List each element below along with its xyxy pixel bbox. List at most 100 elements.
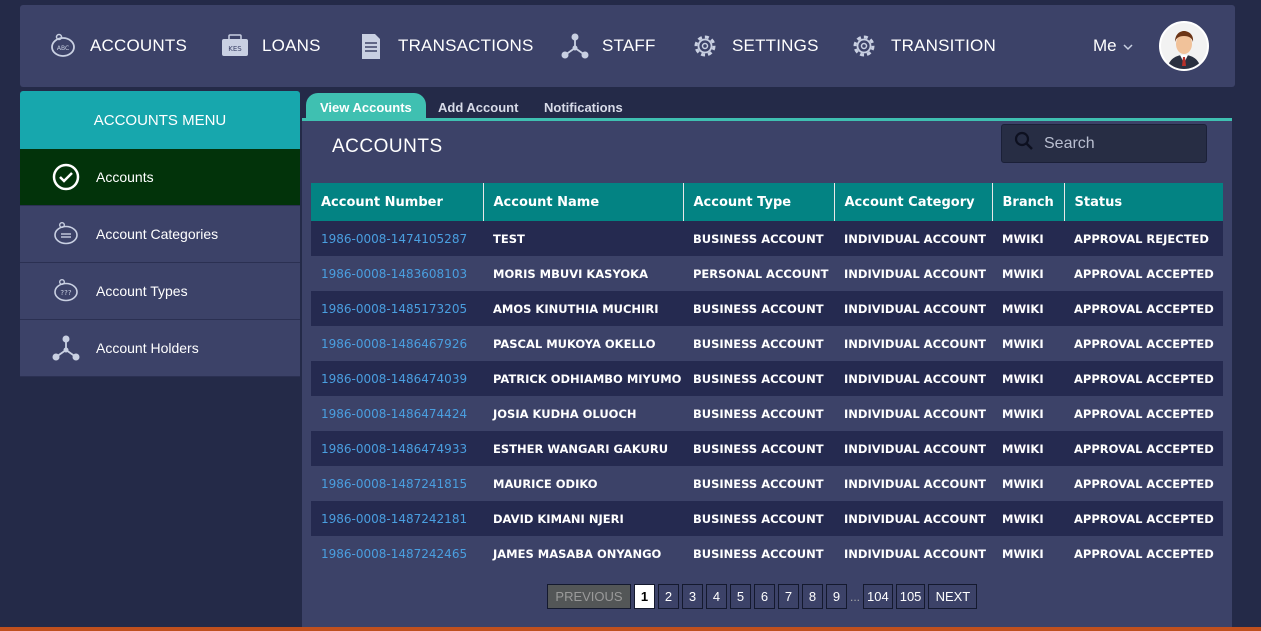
- table-cell: DAVID KIMANI NJERI: [483, 501, 683, 536]
- table-row[interactable]: 1986-0008-1487242465 JAMES MASABA ONYANGO…: [311, 536, 1223, 571]
- table-row[interactable]: 1986-0008-1485173205 AMOS KINUTHIA MUCHIR…: [311, 291, 1223, 326]
- table-cell: TEST: [483, 221, 683, 256]
- search-input[interactable]: [1044, 134, 1194, 153]
- account-number-link[interactable]: 1986-0008-1483608103: [311, 256, 483, 291]
- tab-add-account[interactable]: Add Account: [424, 93, 532, 121]
- table-cell: ESTHER WANGARI GAKURU: [483, 431, 683, 466]
- gear-icon: [690, 31, 720, 61]
- page-button[interactable]: 5: [730, 584, 751, 609]
- table-cell: MWIKI: [992, 361, 1064, 396]
- table-row[interactable]: 1986-0008-1483608103 MORIS MBUVI KASYOKA P…: [311, 256, 1223, 291]
- previous-page-button[interactable]: PREVIOUS: [547, 584, 631, 609]
- table-cell: BUSINESS ACCOUNT: [683, 291, 834, 326]
- sidebar-item-account-categories[interactable]: Account Categories: [20, 206, 300, 263]
- user-menu-toggle[interactable]: Me: [1093, 5, 1133, 87]
- page-button[interactable]: 104: [863, 584, 893, 609]
- table-row[interactable]: 1986-0008-1487241815 MAURICE ODIKO BUSINES…: [311, 466, 1223, 501]
- account-number-link[interactable]: 1986-0008-1486474039: [311, 361, 483, 396]
- nav-label: STAFF: [602, 36, 656, 55]
- column-header[interactable]: Status: [1064, 183, 1223, 221]
- table-cell: INDIVIDUAL ACCOUNT: [834, 536, 992, 571]
- table-cell: INDIVIDUAL ACCOUNT: [834, 431, 992, 466]
- account-number-link[interactable]: 1986-0008-1487241815: [311, 466, 483, 501]
- nav-label: LOANS: [262, 36, 321, 55]
- table-cell: INDIVIDUAL ACCOUNT: [834, 291, 992, 326]
- nav-item-staff[interactable]: STAFF: [560, 5, 656, 87]
- table-cell: INDIVIDUAL ACCOUNT: [834, 221, 992, 256]
- page-button[interactable]: 3: [682, 584, 703, 609]
- table-cell: BUSINESS ACCOUNT: [683, 536, 834, 571]
- table-row[interactable]: 1986-0008-1474105287 TEST BUSINESS ACCOUNT…: [311, 221, 1223, 256]
- nav-item-transactions[interactable]: TRANSACTIONS: [356, 5, 534, 87]
- hierarchy-icon: [560, 31, 590, 61]
- table-cell: APPROVAL ACCEPTED: [1064, 431, 1223, 466]
- tab-notifications[interactable]: Notifications: [530, 93, 637, 121]
- table-row[interactable]: 1986-0008-1486467926 PASCAL MUKOYA OKELLO…: [311, 326, 1223, 361]
- account-number-link[interactable]: 1986-0008-1487242465: [311, 536, 483, 571]
- check-circle-icon: [50, 161, 82, 193]
- nav-item-transition[interactable]: TRANSITION: [849, 5, 996, 87]
- page-button[interactable]: 7: [778, 584, 799, 609]
- column-header[interactable]: Branch: [992, 183, 1065, 221]
- avatar[interactable]: [1159, 21, 1209, 71]
- table-cell: APPROVAL REJECTED: [1064, 221, 1223, 256]
- column-header[interactable]: Account Name: [483, 183, 684, 221]
- page-button[interactable]: 105: [895, 584, 926, 609]
- me-label: Me: [1093, 36, 1117, 55]
- sidebar-item-account-types[interactable]: ??? Account Types: [20, 263, 300, 320]
- page-button[interactable]: 1: [634, 584, 655, 609]
- page-button[interactable]: 6: [754, 584, 775, 609]
- sidebar-item-label: Account Categories: [96, 226, 219, 242]
- account-number-link[interactable]: 1986-0008-1485173205: [311, 291, 483, 326]
- search-icon: [1014, 131, 1034, 156]
- nav-item-accounts[interactable]: ABC ACCOUNTS: [48, 5, 187, 87]
- table-row[interactable]: 1986-0008-1486474424 JOSIA KUDHA OLUOCH BU…: [311, 396, 1223, 431]
- table-cell: MWIKI: [992, 326, 1064, 361]
- table-cell: MWIKI: [992, 431, 1064, 466]
- table-cell: MAURICE ODIKO: [483, 466, 683, 501]
- table-cell: MWIKI: [992, 501, 1064, 536]
- column-header[interactable]: Account Category: [834, 183, 993, 221]
- account-number-link[interactable]: 1986-0008-1487242181: [311, 501, 483, 536]
- nav-label: TRANSACTIONS: [398, 36, 534, 55]
- table-row[interactable]: 1986-0008-1487242181 DAVID KIMANI NJERI BU…: [311, 501, 1223, 536]
- table-cell: MWIKI: [992, 256, 1064, 291]
- account-number-link[interactable]: 1986-0008-1474105287: [311, 221, 483, 256]
- table-row[interactable]: 1986-0008-1486474933 ESTHER WANGARI GAKUR…: [311, 431, 1223, 466]
- svg-text:???: ???: [60, 289, 71, 297]
- column-header[interactable]: Account Number: [311, 183, 484, 221]
- sidebar-item-label: Account Holders: [96, 340, 199, 356]
- table-cell: JOSIA KUDHA OLUOCH: [483, 396, 683, 431]
- sidebar-item-accounts[interactable]: Accounts: [20, 149, 300, 206]
- piggy-bank-icon: ABC: [48, 31, 78, 61]
- svg-text:KES: KES: [228, 45, 242, 53]
- next-page-button[interactable]: NEXT: [928, 584, 978, 609]
- table-row[interactable]: 1986-0008-1486474039 PATRICK ODHIAMBO MIY…: [311, 361, 1223, 396]
- nav-item-settings[interactable]: SETTINGS: [690, 5, 819, 87]
- account-number-link[interactable]: 1986-0008-1486474424: [311, 396, 483, 431]
- page-button[interactable]: 4: [706, 584, 727, 609]
- account-number-link[interactable]: 1986-0008-1486467926: [311, 326, 483, 361]
- page-button[interactable]: 8: [802, 584, 823, 609]
- table-cell: BUSINESS ACCOUNT: [683, 396, 834, 431]
- sidebar: ACCOUNTS MENU Accounts Account Categorie…: [20, 91, 300, 377]
- table-cell: AMOS KINUTHIA MUCHIRI: [483, 291, 683, 326]
- nav-item-loans[interactable]: KES LOANS: [220, 5, 321, 87]
- page-title: ACCOUNTS: [332, 136, 443, 157]
- column-header[interactable]: Account Type: [683, 183, 835, 221]
- sidebar-item-account-holders[interactable]: Account Holders: [20, 320, 300, 377]
- search-box: [1001, 124, 1207, 163]
- money-icon: KES: [220, 31, 250, 61]
- page-button[interactable]: 2: [658, 584, 679, 609]
- nav-label: ACCOUNTS: [90, 36, 187, 55]
- tab-view-accounts[interactable]: View Accounts: [306, 93, 426, 121]
- table-cell: APPROVAL ACCEPTED: [1064, 361, 1223, 396]
- top-navigation: ABC ACCOUNTS KES LOANS TRANSACTIONS STAF…: [20, 5, 1235, 87]
- page-button[interactable]: 9: [826, 584, 847, 609]
- piggy-bank-icon: [50, 218, 82, 250]
- table-cell: MWIKI: [992, 466, 1064, 501]
- pagination: PREVIOUS 1 2 3 4 5 6 7 8 9 ... 104 105 N…: [547, 584, 978, 609]
- table-cell: BUSINESS ACCOUNT: [683, 326, 834, 361]
- table-cell: PASCAL MUKOYA OKELLO: [483, 326, 683, 361]
- account-number-link[interactable]: 1986-0008-1486474933: [311, 431, 483, 466]
